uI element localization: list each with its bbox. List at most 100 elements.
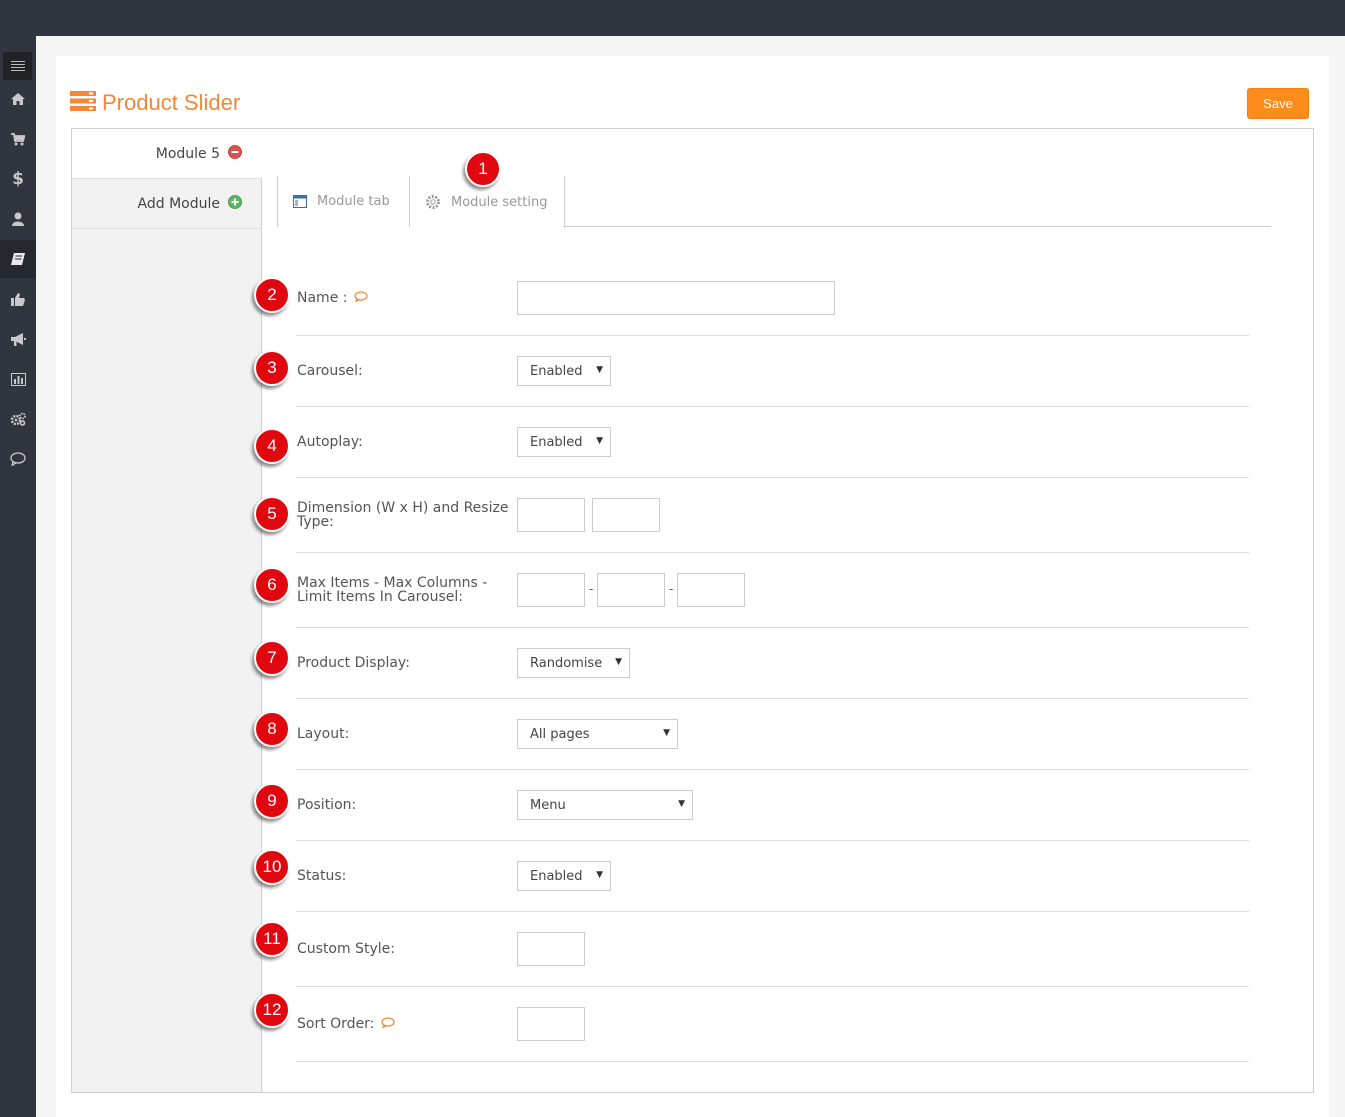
divider [296,769,1249,770]
divider [296,986,1249,987]
max-columns-input[interactable] [597,573,665,607]
badge-6: 6 [254,567,290,603]
height-input[interactable] [592,498,660,532]
add-module-label: Add Module [137,195,220,212]
tooltip-chat-icon[interactable] [381,1017,395,1031]
divider [296,911,1249,912]
caret-down-icon: ▼ [596,365,603,375]
chat-icon[interactable] [0,440,36,478]
position-value: Menu [530,797,566,813]
sidebar: $ [0,36,36,1117]
add-module-item[interactable]: Add Module [72,179,262,229]
carousel-value: Enabled [530,363,583,379]
divider [296,1061,1249,1062]
carousel-label: Carousel: [297,363,363,379]
badge-12: 12 [254,992,290,1028]
autoplay-value: Enabled [530,434,583,450]
badge-11: 11 [254,921,290,957]
page-title: Product Slider [70,90,240,116]
status-value: Enabled [530,868,583,884]
module-item[interactable]: Module 5 [72,129,262,179]
limit-items-input[interactable] [677,573,745,607]
divider [296,406,1249,407]
bar-chart-icon[interactable] [0,360,36,398]
tooltip-chat-icon[interactable] [354,291,368,305]
tab-module[interactable]: Module tab [277,176,410,227]
name-label: Name : [297,290,348,306]
product-display-select[interactable]: Randomise ▼ [517,648,630,678]
badge-3: 3 [254,350,290,386]
book-icon[interactable] [0,240,36,278]
badge-2: 2 [254,277,290,313]
sort-order-input[interactable] [517,1007,585,1041]
badge-10: 10 [254,849,290,885]
caret-down-icon: ▼ [663,728,670,738]
status-label: Status: [297,868,347,884]
divider [296,552,1249,553]
layout-value: All pages [530,726,590,742]
custom-style-input[interactable] [517,932,585,966]
layout-label: Layout: [297,726,350,742]
product-display-value: Randomise [530,655,603,671]
separator-dash: - [589,582,594,596]
custom-style-label: Custom Style: [297,941,395,957]
max-items-input[interactable] [517,573,585,607]
width-input[interactable] [517,498,585,532]
autoplay-label: Autoplay: [297,434,363,450]
divider [296,840,1249,841]
max-items-label-line2: Limit Items In Carousel: [297,589,463,605]
badge-4: 4 [254,428,290,464]
top-bar [0,0,1345,36]
gears-icon[interactable] [0,400,36,438]
position-select[interactable]: Menu ▼ [517,790,693,820]
divider [296,477,1249,478]
carousel-select[interactable]: Enabled ▼ [517,356,611,386]
page-title-text: Product Slider [102,90,241,115]
product-display-label: Product Display: [297,655,410,671]
badge-5: 5 [254,496,290,532]
tab-setting-label: Module setting [451,194,548,210]
gear-icon [425,194,441,210]
max-items-label-line1: Max Items - Max Columns - [297,575,488,591]
name-label-row: Name : [297,291,368,305]
badge-8: 8 [254,711,290,747]
position-label: Position: [297,797,357,813]
remove-icon[interactable] [228,144,242,163]
tab-module-label: Module tab [317,194,390,209]
layout-select[interactable]: All pages ▼ [517,719,678,749]
megaphone-icon[interactable] [0,320,36,358]
badge-7: 7 [254,640,290,676]
caret-down-icon: ▼ [596,436,603,446]
hamburger-icon[interactable] [3,52,32,80]
badge-9: 9 [254,783,290,819]
dimension-label-line2: Type: [297,514,334,530]
thumbs-up-icon[interactable] [0,280,36,318]
divider [296,627,1249,628]
max-items-label: Max Items - Max Columns - Limit Items In… [297,576,487,604]
divider [296,335,1249,336]
badge-1: 1 [465,151,501,187]
divider [296,698,1249,699]
add-icon[interactable] [228,194,242,213]
caret-down-icon: ▼ [615,657,622,667]
window-icon [293,195,307,208]
dollar-icon[interactable]: $ [0,160,36,198]
autoplay-select[interactable]: Enabled ▼ [517,427,611,457]
home-icon[interactable] [0,80,36,118]
dimension-label-line1: Dimension (W x H) and Resize [297,500,509,516]
caret-down-icon: ▼ [596,870,603,880]
status-select[interactable]: Enabled ▼ [517,861,611,891]
sort-order-label: Sort Order: [297,1016,375,1032]
dimension-label: Dimension (W x H) and Resize Type: [297,501,508,529]
name-input[interactable] [517,281,835,315]
server-icon [70,91,96,115]
module-item-label: Module 5 [155,145,220,162]
sort-order-label-row: Sort Order: [297,1017,395,1031]
caret-down-icon: ▼ [678,799,685,809]
cart-icon[interactable] [0,120,36,158]
module-list: Module 5 Add Module [72,129,262,1092]
separator-dash: - [669,582,674,596]
user-icon[interactable] [0,200,36,238]
tab-bar: Module tab Module setting [277,176,1271,228]
save-button[interactable]: Save [1247,88,1309,119]
